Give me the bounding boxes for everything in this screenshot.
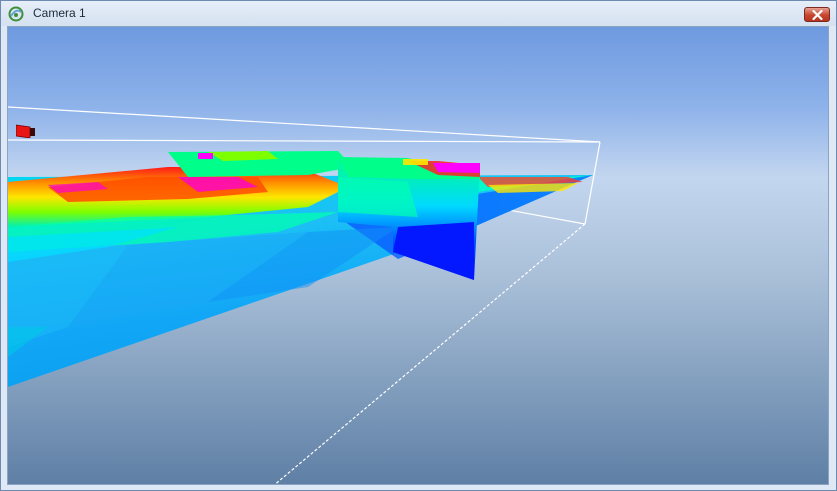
- camera-icon[interactable]: [16, 124, 36, 138]
- close-button[interactable]: [804, 7, 830, 22]
- title-bar[interactable]: Camera 1: [1, 1, 836, 26]
- camera-window: Camera 1: [0, 0, 837, 491]
- close-icon: [812, 10, 823, 20]
- window-title: Camera 1: [33, 6, 86, 20]
- app-logo-icon: [8, 6, 24, 22]
- horizontal-slice: [8, 151, 593, 387]
- 3d-viewport[interactable]: [7, 26, 829, 485]
- volume-scene: [8, 106, 601, 484]
